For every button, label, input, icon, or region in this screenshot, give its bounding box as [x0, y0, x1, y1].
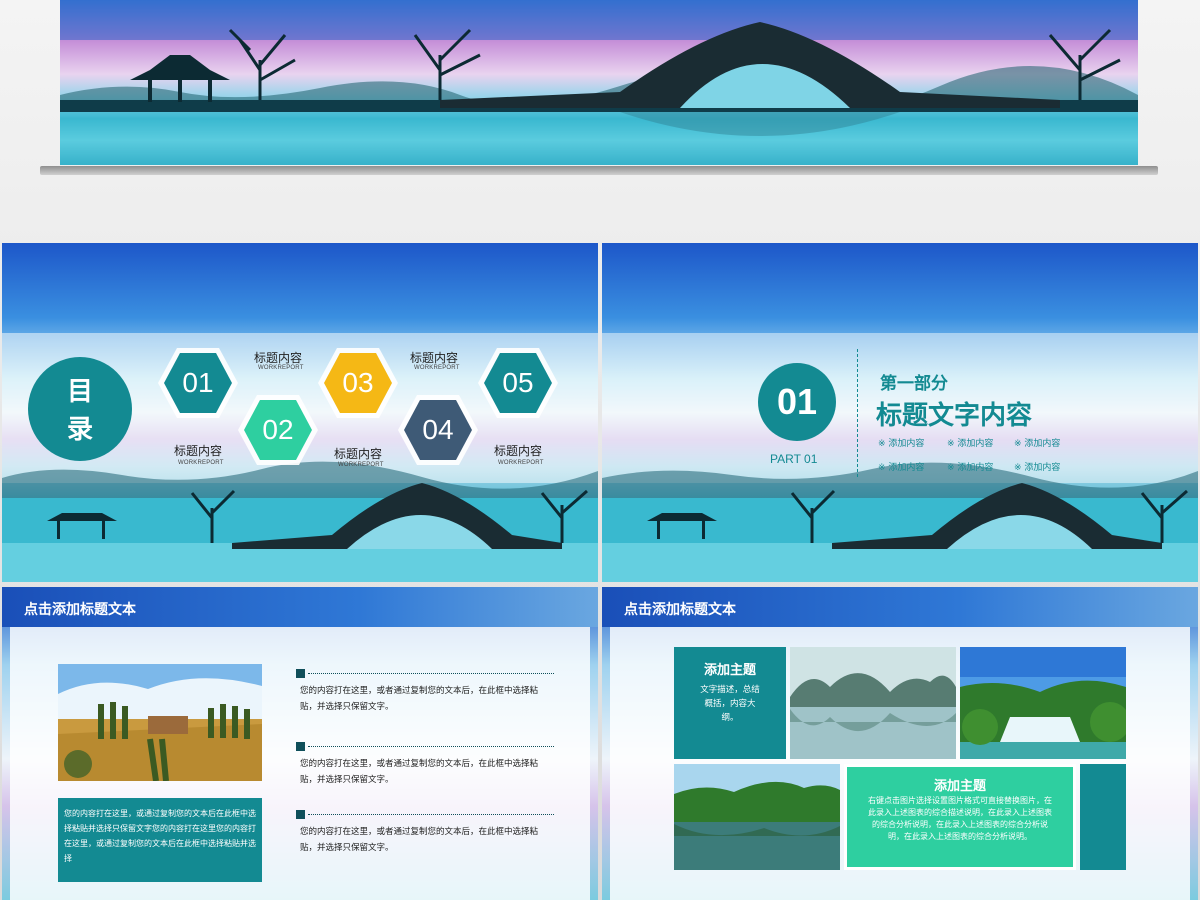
bullet-marker [296, 742, 305, 751]
section-slide[interactable]: 01 PART 01 第一部分 标题文字内容 ※ 添加内容 ※ 添加内容 ※ 添… [602, 243, 1198, 582]
green-lake-photo[interactable] [674, 764, 840, 870]
gallery-slide[interactable]: 点击添加标题文本 添加主题 文字描述，总结概括，内容大纲。 添加主题 右键点击图… [602, 587, 1198, 900]
section-number: 01 [776, 381, 818, 422]
section-bullet: ※ 添加内容 [878, 439, 925, 449]
section-bullet: ※ 添加内容 [1014, 463, 1061, 473]
toc-item-num: 04 [422, 414, 454, 445]
topic-text: 右键点击图片选择设置图片格式可直接替换图片，在此录入上述图表的综合描述说明，在此… [868, 796, 1052, 841]
section-divider [857, 349, 858, 477]
content-slide[interactable]: 点击添加标题文本 您的内容打在这里，或通过复制您的文本后在此框中选择粘贴并选择只… [2, 587, 598, 900]
toc-item-num: 02 [262, 414, 294, 445]
section-bullet: ※ 添加内容 [878, 463, 925, 473]
toc-item-subtitle: WORKREPORT [414, 365, 460, 371]
toc-item-subtitle: WORKREPORT [498, 460, 544, 466]
section-subtitle: 第一部分 [880, 374, 948, 394]
toc-heading-char-1: 目 [66, 377, 93, 407]
section-title: 标题文字内容 [876, 401, 1033, 431]
section-bullet: ※ 添加内容 [947, 439, 994, 449]
misty-lake-photo[interactable] [790, 647, 956, 759]
toc-item-title: 标题内容 [494, 444, 543, 458]
toc-heading-circle: 目 录 [28, 357, 132, 461]
topic-text: 文字描述，总结概括，内容大纲。 [700, 685, 760, 723]
topic-title: 添加主题 [933, 779, 986, 794]
toc-item-title: 标题内容 [174, 444, 223, 458]
countryside-photo[interactable] [58, 664, 262, 781]
text-line: 贴，并选择只保留文字。 [300, 842, 394, 852]
topic-title: 添加主题 [703, 663, 756, 678]
bridge-landscape-image [60, 0, 1138, 165]
toc-item-num: 01 [182, 367, 214, 398]
accent-block [1080, 764, 1126, 870]
toc-item-num: 05 [502, 367, 534, 398]
toc-item-title: 标题内容 [410, 351, 459, 365]
caption-text: 您的内容打在这里，或通过复制您的文本后在此框中选择粘贴并选择只保留文字您的内容打… [64, 809, 256, 863]
toc-slide[interactable]: 目 录 01 02 03 04 05 标题内容 WORKREPORT 标题内容 … [2, 243, 598, 582]
banner-shadow [40, 166, 1158, 175]
toc-item-subtitle: WORKREPORT [338, 462, 384, 468]
text-line: 您的内容打在这里，或者通过复制您的文本后，在此框中选择粘 [300, 685, 539, 695]
toc-heading-char-2: 录 [66, 415, 93, 445]
toc-item-num: 03 [342, 367, 374, 398]
dotted-rule [308, 673, 554, 674]
toc-item-title: 标题内容 [334, 447, 383, 461]
text-line: 贴，并选择只保留文字。 [300, 774, 394, 784]
dotted-rule [308, 746, 554, 747]
bullet-marker [296, 810, 305, 819]
caption-box: 您的内容打在这里，或通过复制您的文本后在此框中选择粘贴并选择只保留文字您的内容打… [58, 798, 262, 882]
toc-item-title: 标题内容 [254, 351, 303, 365]
slide-header-title: 点击添加标题文本 [624, 601, 736, 617]
topic-box-1[interactable]: 添加主题 文字描述，总结概括，内容大纲。 [674, 647, 786, 759]
bullet-marker [296, 669, 305, 678]
toc-item-subtitle: WORKREPORT [258, 365, 304, 371]
toc-item-subtitle: WORKREPORT [178, 460, 224, 466]
slide-header-title: 点击添加标题文本 [24, 601, 136, 617]
section-bullet: ※ 添加内容 [947, 463, 994, 473]
text-line: 贴，并选择只保留文字。 [300, 701, 394, 711]
text-line: 您的内容打在这里，或者通过复制您的文本后，在此框中选择粘 [300, 758, 539, 768]
topic-box-2[interactable]: 添加主题 右键点击图片选择设置图片格式可直接替换图片，在此录入上述图表的综合描述… [844, 764, 1076, 870]
text-line: 您的内容打在这里，或者通过复制您的文本后，在此框中选择粘 [300, 826, 539, 836]
waterfall-photo[interactable] [960, 647, 1126, 759]
section-bullet: ※ 添加内容 [1014, 439, 1061, 449]
section-number-circle: 01 [758, 363, 836, 441]
dotted-rule [308, 814, 554, 815]
banner-slide[interactable] [60, 0, 1138, 165]
section-part-label: PART 01 [770, 452, 818, 466]
